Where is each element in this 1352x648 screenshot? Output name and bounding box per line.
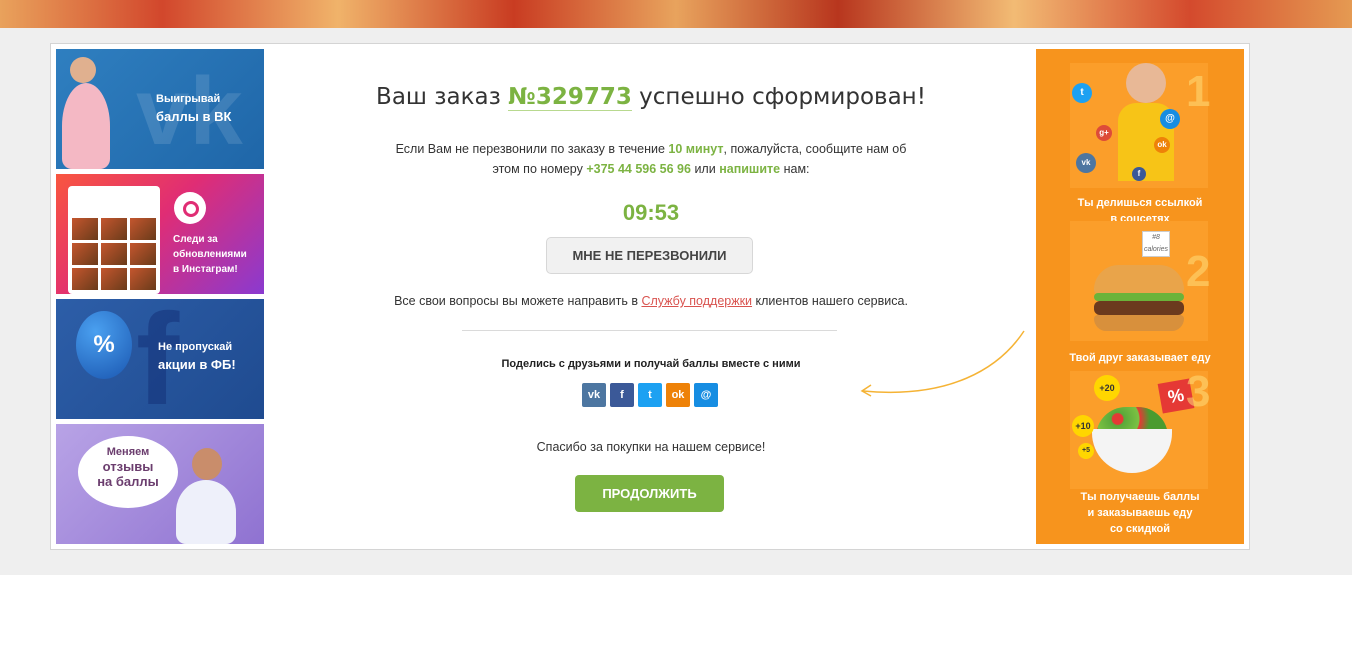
step-number-3: 3	[1186, 367, 1211, 416]
step1-line1: Ты делишься ссылкой	[1077, 197, 1203, 209]
facebook-icon: f	[1132, 167, 1146, 181]
instagram-promo-banner[interactable]: Следи за обновлениями в Инстаграм!	[56, 174, 264, 294]
excited-man-image	[70, 57, 96, 83]
woman-image-body	[176, 480, 236, 544]
google-plus-icon: g+	[1096, 125, 1112, 141]
callback-info-text: Если Вам не перезвонили по заказу в тече…	[391, 139, 911, 179]
odnoklassniki-icon[interactable]: ok	[666, 383, 690, 407]
reviews-promo-banner[interactable]: Меняем отзывы на баллы	[56, 424, 264, 544]
instagram-icon	[174, 192, 206, 224]
title-prefix: Ваш заказ	[376, 84, 501, 110]
vk-icon: vk	[1076, 153, 1096, 173]
excited-man-body	[62, 83, 110, 169]
mymail-icon[interactable]: @	[694, 383, 718, 407]
twitter-icon[interactable]: t	[638, 383, 662, 407]
facebook-promo-banner[interactable]: f % Не пропускай акции в ФБ!	[56, 299, 264, 419]
reviews-line2: отзывы	[102, 459, 154, 474]
divider	[462, 330, 837, 331]
fb-banner-line1: Не пропускай	[158, 341, 233, 353]
burger-patty	[1094, 301, 1184, 315]
thanks-text: Спасибо за покупки на нашем сервисе!	[536, 440, 766, 454]
step-number-1: 1	[1186, 67, 1211, 116]
woman-head-image	[1126, 63, 1166, 103]
odnoklassniki-icon: ok	[1154, 137, 1170, 153]
points-badge-5: +5	[1078, 443, 1094, 459]
burger-bottom	[1094, 315, 1184, 331]
ig-banner-line1: Следи за	[173, 234, 218, 245]
burger-lettuce	[1094, 293, 1184, 301]
step3-line3: со скидкой	[1109, 523, 1171, 535]
fb-banner-line2: акции в ФБ!	[158, 357, 236, 372]
step3-text: Ты получаешь баллы и заказываешь еду со …	[1036, 489, 1244, 537]
phone-screenshot-image	[68, 186, 160, 294]
write-us-link[interactable]: напишите	[719, 162, 780, 176]
vk-banner-line2: баллы в ВК	[156, 109, 232, 124]
info-part3: или	[694, 162, 716, 176]
support-phone[interactable]: +375 44 596 56 96	[586, 162, 691, 176]
step2-text: Твой друг заказывает еду	[1069, 352, 1211, 364]
support-part2: клиентов нашего сервиса.	[755, 294, 908, 308]
ig-banner-line2: обновлениями	[173, 249, 247, 260]
mymail-icon: @	[1160, 109, 1180, 129]
referral-steps-panel: t g+ vk @ ok f 1 Ты делишься ссылкой в с…	[1036, 49, 1244, 544]
continue-button[interactable]: ПРОДОЛЖИТЬ	[575, 475, 724, 512]
order-number: №329773	[508, 84, 632, 111]
points-badge-20: +20	[1094, 375, 1120, 401]
not-called-back-button[interactable]: МНЕ НЕ ПЕРЕЗВОНИЛИ	[546, 237, 753, 274]
support-service-link[interactable]: Службу поддержки	[641, 294, 752, 308]
vk-icon[interactable]: vk	[582, 383, 606, 407]
reviews-line1: Меняем	[106, 446, 150, 458]
step3-line2: и заказываешь еду	[1087, 507, 1193, 519]
info-minutes: 10 минут	[668, 142, 724, 156]
ig-banner-line3: в Инстаграм!	[173, 264, 238, 275]
support-part1: Все свои вопросы вы можете направить в	[394, 294, 638, 308]
vk-promo-banner[interactable]: vk Выигрывай баллы в ВК	[56, 49, 264, 169]
twitter-icon: t	[1072, 83, 1092, 103]
top-food-banner	[0, 0, 1352, 28]
facebook-icon[interactable]: f	[610, 383, 634, 407]
curved-arrow-icon	[860, 330, 1025, 397]
page-title: Ваш заказ №329773 успешно сформирован!	[321, 84, 981, 111]
info-part4: нам:	[783, 162, 810, 176]
info-part1: Если Вам не перезвонили по заказу в тече…	[395, 142, 665, 156]
vk-banner-line1: Выигрывай	[156, 93, 221, 105]
percent-balloon-icon: %	[76, 311, 132, 379]
order-success-card: vk Выигрывай баллы в ВК Следи за обновле…	[50, 43, 1250, 550]
share-buttons: vk f t ok @	[582, 383, 718, 407]
salad-bowl	[1092, 429, 1172, 473]
countdown-timer: 09:53	[622, 200, 680, 225]
price-tag: #8 calories	[1142, 231, 1170, 257]
step-number-2: 2	[1186, 247, 1211, 296]
woman-image-head	[192, 448, 222, 480]
reviews-line3: на баллы	[97, 474, 159, 489]
order-confirmation: Ваш заказ №329773 успешно сформирован! Е…	[321, 44, 981, 549]
step3-line1: Ты получаешь баллы	[1080, 491, 1200, 503]
points-badge-10: +10	[1072, 415, 1094, 437]
support-text: Все свои вопросы вы можете направить в С…	[321, 294, 981, 308]
burger-image	[1094, 265, 1184, 295]
title-suffix: успешно сформирован!	[639, 84, 926, 110]
